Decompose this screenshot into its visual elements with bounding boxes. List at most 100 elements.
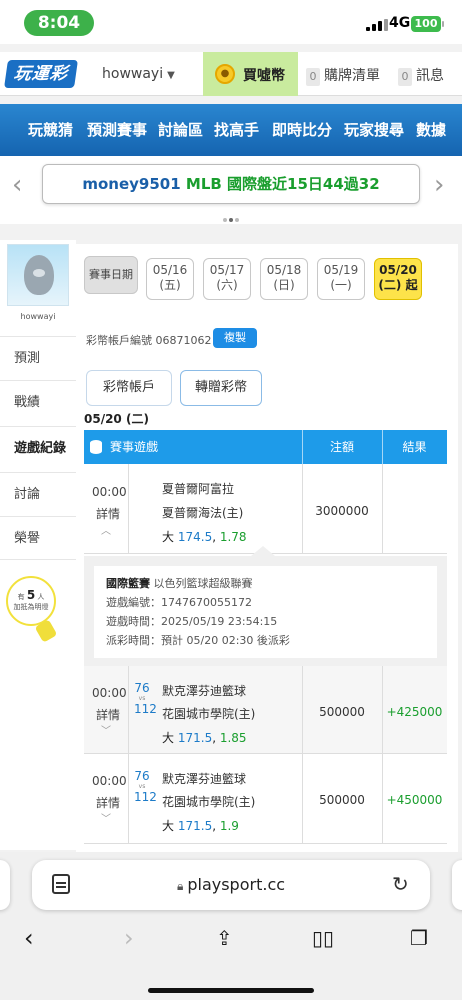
- cart-count: 0: [306, 68, 320, 86]
- buy-coins-button[interactable]: ● 買噓幣: [203, 52, 298, 96]
- bet-side: 大: [162, 731, 175, 745]
- bet-pick: 大 171.5, 1.9: [162, 819, 239, 833]
- table-row: 00:00 詳情 ﹀ 76 vs 112 默克澤芬迪籃球 花園城市學院(主) 大…: [84, 754, 447, 844]
- details-toggle[interactable]: 詳情: [96, 706, 120, 723]
- date-button-selected[interactable]: 05/20 (二) 起: [374, 258, 422, 300]
- score-block: 76 vs 112: [134, 769, 157, 804]
- row-time: 00:00: [92, 774, 127, 788]
- account-value: 06871062: [155, 334, 212, 347]
- bulb-prefix: 有: [17, 593, 25, 601]
- lightbulb-badge[interactable]: 有 5 人 加抵為明燈: [6, 576, 56, 626]
- sidebar-item-game-history[interactable]: 遊戲紀錄: [0, 426, 76, 470]
- forward-icon[interactable]: ›: [124, 924, 134, 952]
- account-label: 彩幣帳戶編號: [86, 334, 152, 347]
- home-team: 夏普爾海法(主): [162, 506, 244, 520]
- site-logo[interactable]: 玩運彩: [4, 60, 78, 88]
- chevron-up-icon[interactable]: ︿: [101, 522, 111, 537]
- bet-line: 171.5: [177, 819, 213, 833]
- cart-link[interactable]: 0 購牌清單: [306, 65, 380, 86]
- nav-forum[interactable]: 討論區: [158, 119, 203, 140]
- game-detail-panel: 國際籃賽 以色列籃球超級聯賽 遊戲編號：1747670055172 遊戲時間：2…: [84, 556, 447, 666]
- nav-predict[interactable]: 預測賽事: [87, 119, 147, 140]
- nav-player-search[interactable]: 玩家搜尋: [344, 119, 404, 140]
- next-tab-card[interactable]: [452, 860, 462, 910]
- table-header: 賽事遊戲 注額 結果: [84, 430, 447, 464]
- date-weekday: (二) 起: [378, 278, 418, 292]
- date-button[interactable]: 05/19 (一): [317, 258, 365, 300]
- bulb-text: 加抵為明燈: [13, 603, 49, 611]
- chevron-right-icon[interactable]: ›: [434, 170, 444, 200]
- bet-line: 171.5: [177, 731, 213, 745]
- nav-live-score[interactable]: 即時比分: [272, 119, 332, 140]
- date-weekday: (一): [330, 278, 352, 292]
- messages-link[interactable]: 0 訊息: [398, 65, 444, 86]
- nav-find-expert[interactable]: 找高手: [214, 119, 259, 140]
- tab-coin-account[interactable]: 彩幣帳戶: [86, 370, 172, 406]
- bet-result: +450000: [386, 793, 443, 807]
- chevron-down-icon: ▼: [167, 70, 175, 81]
- reload-icon[interactable]: ↻: [392, 872, 409, 896]
- avatar[interactable]: [7, 244, 69, 306]
- lock-icon: 🔒︎: [176, 879, 184, 893]
- url-text: playsport.cc: [187, 875, 286, 894]
- bulb-count: 5: [26, 588, 36, 602]
- date-button[interactable]: 05/17 (六): [203, 258, 251, 300]
- sidebar-item-discussion[interactable]: 討論: [0, 472, 76, 516]
- announcement-text: MLB 國際盤近15日44過32: [185, 175, 380, 193]
- share-icon[interactable]: ⇪: [216, 926, 233, 950]
- buy-coins-label: 買噓幣: [243, 68, 285, 84]
- home-team: 花園城市學院(主): [162, 707, 256, 721]
- prev-tab-card[interactable]: [0, 860, 10, 910]
- details-toggle[interactable]: 詳情: [96, 505, 120, 522]
- nav-data[interactable]: 數據: [416, 119, 446, 140]
- bet-odds: 1.9: [219, 819, 239, 833]
- bookmarks-icon[interactable]: ▯▯: [312, 926, 334, 950]
- carousel-dots: [222, 207, 240, 226]
- date-value: 05/19: [323, 263, 359, 277]
- battery-tip: [442, 21, 444, 27]
- back-icon[interactable]: ‹: [24, 924, 34, 952]
- address-bar[interactable]: 🔒︎ playsport.cc ↻: [32, 860, 430, 910]
- status-time: 8:04: [24, 10, 94, 36]
- date-weekday: (五): [159, 278, 181, 292]
- date-value: 05/18: [266, 263, 302, 277]
- details-toggle[interactable]: 詳情: [96, 794, 120, 811]
- sidebar-item-predict[interactable]: 預測: [0, 336, 76, 380]
- sidebar-item-record[interactable]: 戰績: [0, 380, 76, 424]
- messages-label: 訊息: [416, 68, 444, 84]
- home-score: 112: [134, 790, 157, 804]
- url-display: 🔒︎ playsport.cc: [32, 875, 430, 894]
- coin-icon: ●: [215, 64, 235, 84]
- network-type: 4G: [389, 15, 411, 31]
- announcement-user: money9501: [82, 175, 181, 193]
- date-button[interactable]: 05/18 (日): [260, 258, 308, 300]
- bet-pick: 大 171.5, 1.85: [162, 731, 247, 745]
- announcement-banner[interactable]: money9501 MLB 國際盤近15日44過32: [42, 164, 420, 204]
- score-block: 76 vs 112: [134, 682, 157, 716]
- bet-amount: 500000: [319, 793, 365, 807]
- tab-transfer-coins[interactable]: 轉贈彩幣: [180, 370, 262, 406]
- messages-count: 0: [398, 68, 412, 86]
- game-detail-card: 國際籃賽 以色列籃球超級聯賽 遊戲編號：1747670055172 遊戲時間：2…: [94, 566, 437, 658]
- chevron-left-icon[interactable]: ‹: [12, 170, 22, 200]
- away-score: 76: [134, 769, 150, 783]
- chevron-down-icon[interactable]: ﹀: [101, 722, 111, 737]
- sidebar-item-honor[interactable]: 榮譽: [0, 516, 76, 560]
- row-time: 00:00: [92, 485, 127, 499]
- cart-label: 購牌清單: [324, 68, 380, 84]
- bet-pick: 大 174.5, 1.78: [162, 530, 247, 544]
- row-time: 00:00: [92, 686, 127, 700]
- chevron-down-icon[interactable]: ﹀: [101, 810, 111, 825]
- account-number: 彩幣帳戶編號 06871062: [86, 332, 212, 348]
- user-menu[interactable]: howwayi ▼: [102, 66, 175, 82]
- main-nav: 玩競猜 預測賽事 討論區 找高手 即時比分 玩家搜尋 數據: [0, 104, 462, 156]
- tabs-icon[interactable]: ❐: [410, 926, 428, 950]
- date-button[interactable]: 05/16 (五): [146, 258, 194, 300]
- away-team: 默克澤芬迪籃球: [162, 684, 247, 698]
- date-weekday: (日): [273, 278, 295, 292]
- copy-button[interactable]: 複製: [213, 328, 257, 348]
- away-team: 默克澤芬迪籃球: [162, 772, 247, 786]
- bet-side: 大: [162, 530, 175, 544]
- bet-side: 大: [162, 819, 175, 833]
- nav-play-guess[interactable]: 玩競猜: [28, 119, 73, 140]
